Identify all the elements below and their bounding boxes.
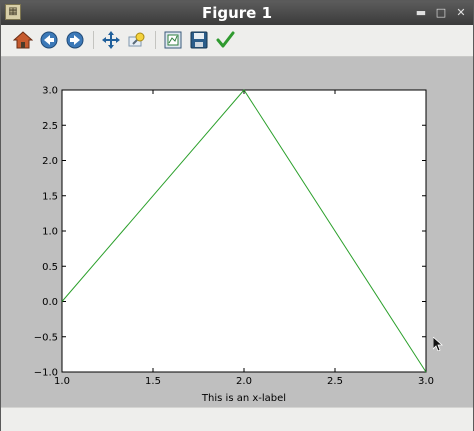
x-tick-label: 2.5 (327, 376, 343, 387)
y-tick-label: 0.5 (42, 262, 58, 273)
status-bar (1, 407, 473, 431)
save-button[interactable] (188, 29, 210, 51)
x-tick-label: 1.5 (145, 376, 161, 387)
y-tick-label: −1.0 (34, 368, 58, 379)
zoom-icon (128, 32, 145, 47)
figure-canvas[interactable]: 1.0 1.5 2.0 2.5 3.0 −1.0 −0.5 0.0 0.5 1.0 1.5 2.0 2.… (1, 57, 473, 407)
forward-icon (66, 31, 84, 49)
minimize-button[interactable]: ▬ (413, 5, 429, 21)
plot-area (61, 89, 427, 373)
back-button[interactable] (38, 29, 60, 51)
title-bar[interactable]: ▦ Figure 1 ▬ □ ✕ (1, 1, 473, 25)
forward-button[interactable] (64, 29, 86, 51)
back-icon (40, 31, 58, 49)
subplots-button[interactable] (162, 29, 184, 51)
toolbar-separator (93, 31, 94, 49)
y-tick-label: 3.0 (42, 86, 58, 97)
zoom-button[interactable] (126, 29, 148, 51)
edit-axis-button[interactable] (214, 29, 236, 51)
x-tick-label: 2.0 (236, 376, 252, 387)
y-tick-label: −0.5 (34, 332, 58, 343)
save-icon (190, 31, 208, 49)
y-tick-label: 1.0 (42, 227, 58, 238)
y-tick-label: 2.5 (42, 121, 58, 132)
subplots-icon (164, 31, 182, 49)
y-tick-label: 1.5 (42, 191, 58, 202)
maximize-button[interactable]: □ (433, 5, 449, 21)
pan-icon (102, 31, 120, 49)
x-tick-label: 3.0 (418, 376, 434, 387)
navigation-toolbar (1, 25, 473, 57)
y-tick-label: 2.0 (42, 156, 58, 167)
window-title: Figure 1 (201, 4, 273, 22)
close-button[interactable]: ✕ (453, 5, 469, 21)
x-axis-label: This is an x-label (201, 393, 286, 404)
mouse-pointer-icon (433, 337, 443, 351)
y-tick-label: 0.0 (42, 297, 58, 308)
figure-window: ▦ Figure 1 ▬ □ ✕ 1.0 1.5 2.0 2.5 3.0 −1.… (0, 0, 474, 431)
home-icon (13, 31, 33, 49)
pan-button[interactable] (100, 29, 122, 51)
edit-axis-icon (216, 31, 235, 48)
home-button[interactable] (12, 29, 34, 51)
toolbar-separator (155, 31, 156, 49)
line-chart: 1.0 1.5 2.0 2.5 3.0−1.0−0.50.00.51.01.52.02.… (34, 86, 434, 405)
